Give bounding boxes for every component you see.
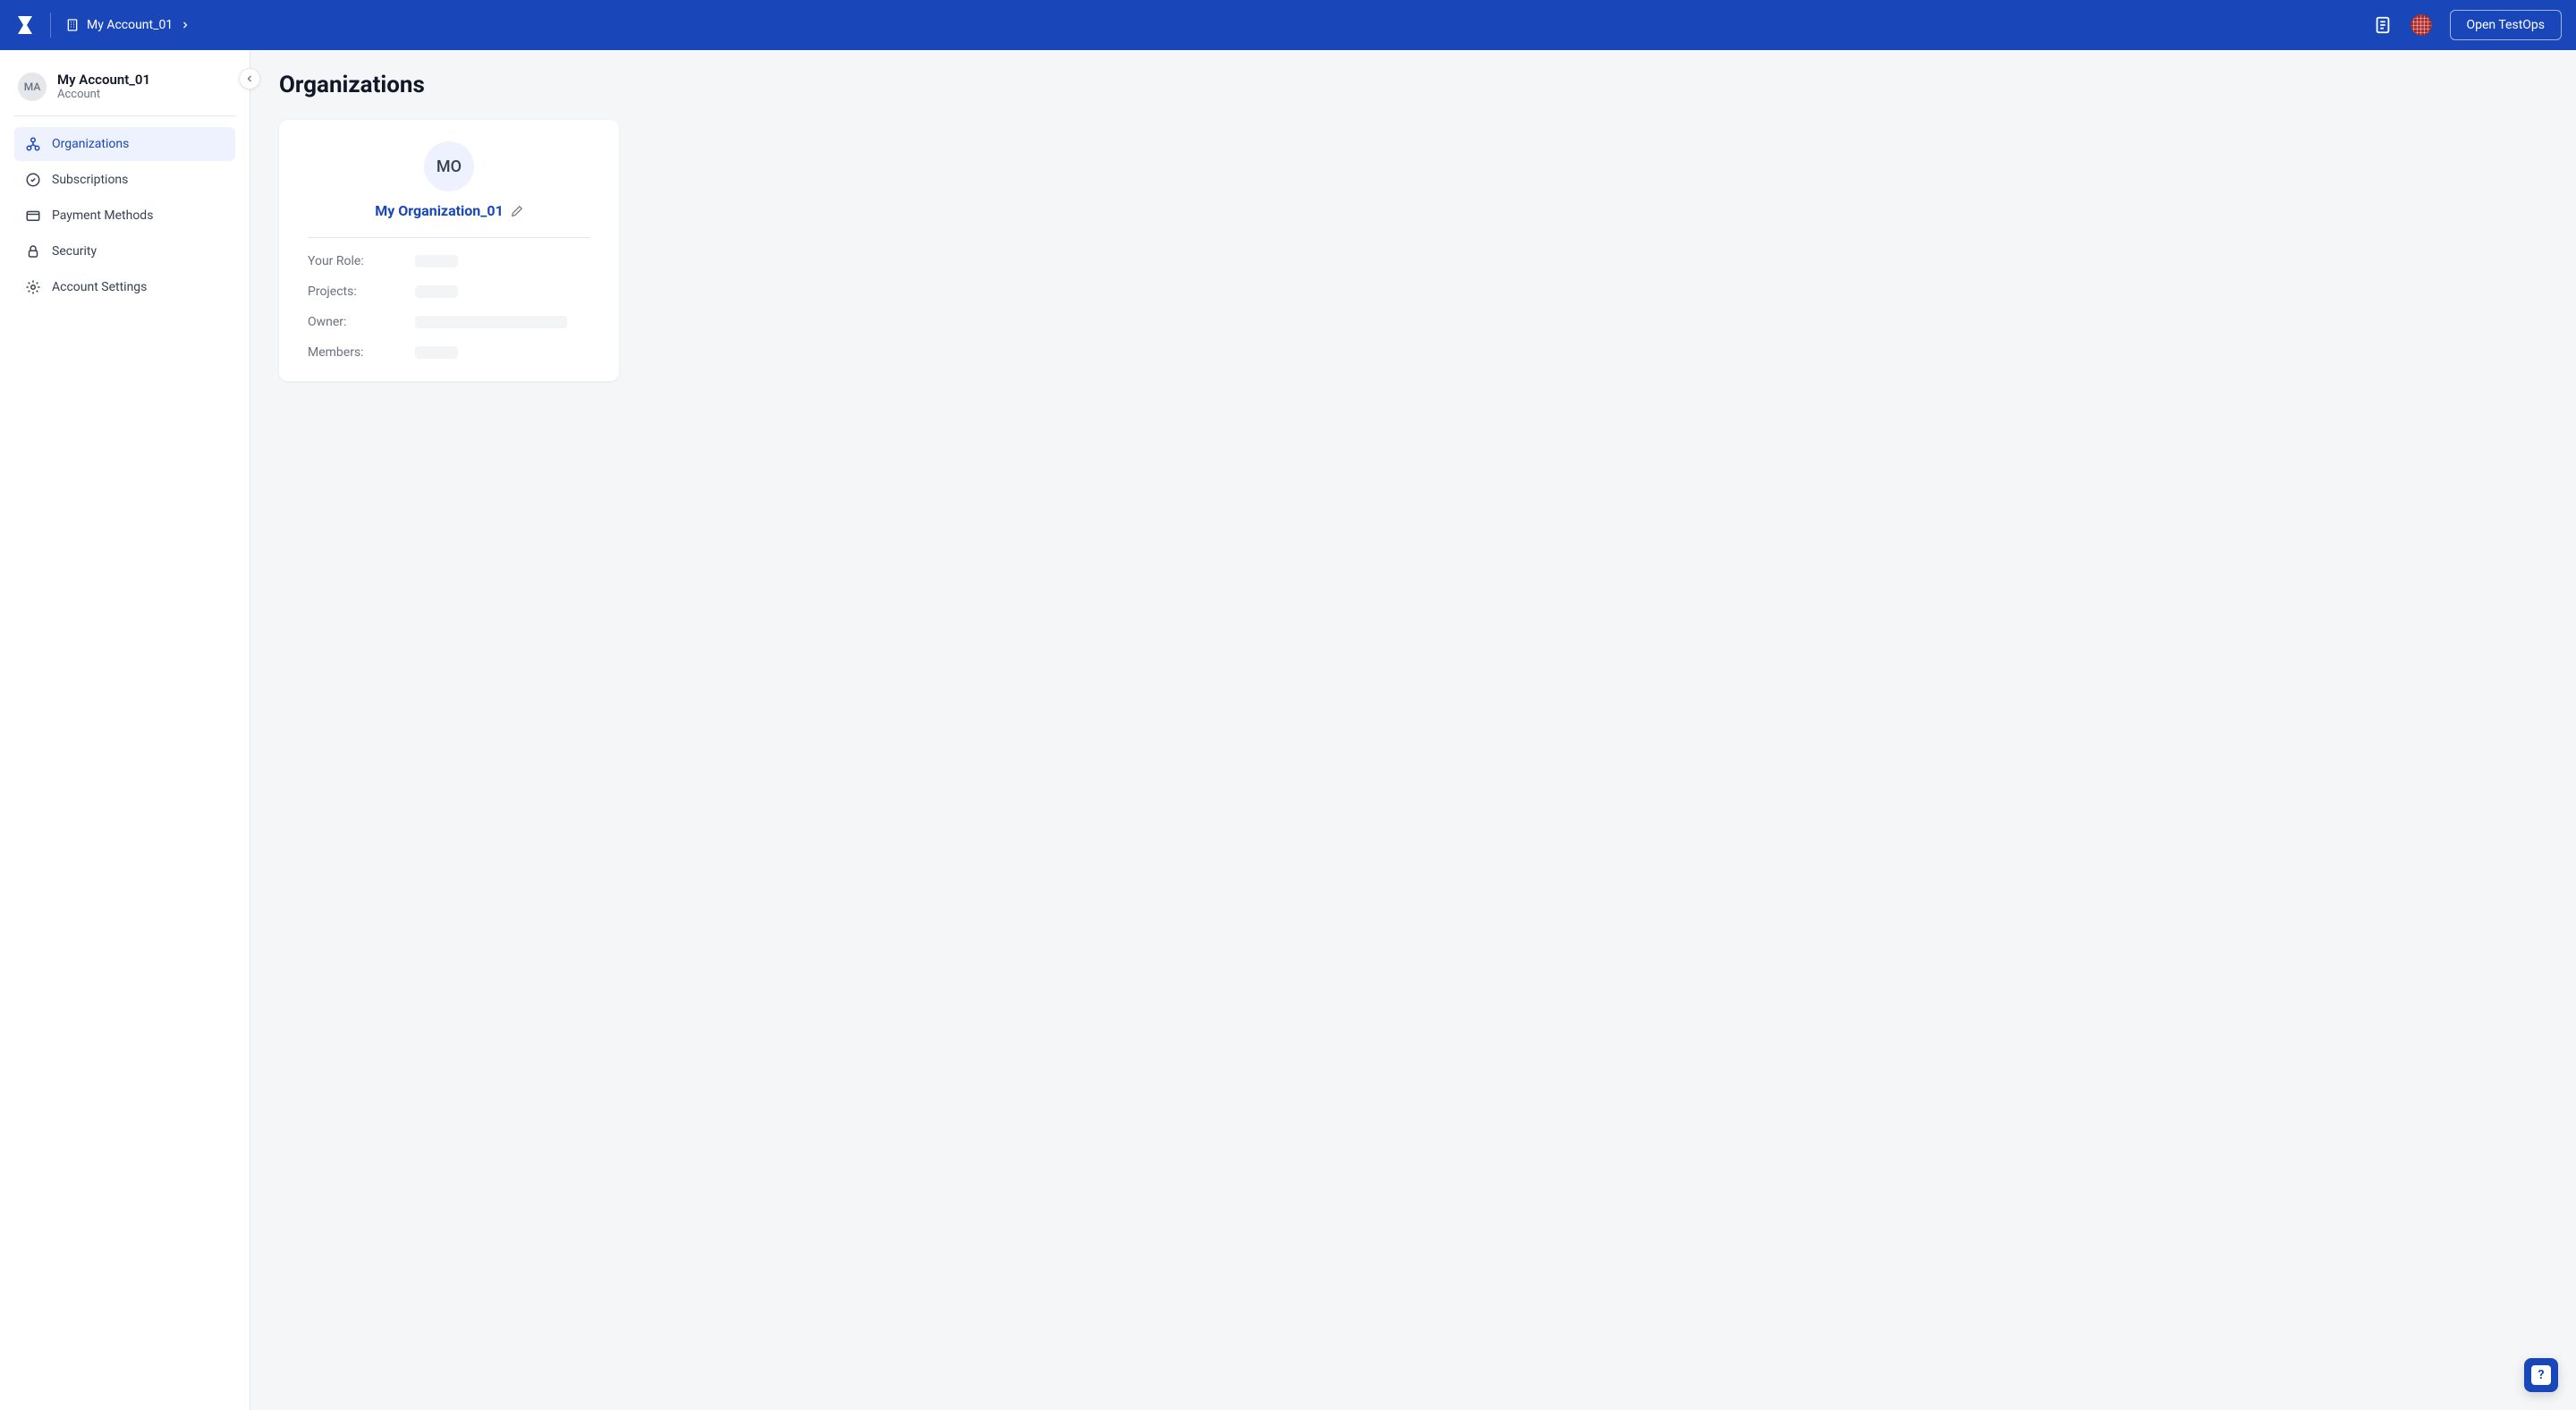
organizations-icon bbox=[25, 136, 41, 152]
account-name: My Account_01 bbox=[57, 72, 150, 88]
org-detail-projects: Projects: bbox=[308, 285, 590, 299]
edit-icon[interactable] bbox=[511, 205, 523, 217]
header-divider bbox=[50, 13, 51, 38]
network-globe-icon[interactable] bbox=[2411, 14, 2432, 36]
organization-card: MO My Organization_01 Your Role: Project… bbox=[279, 120, 619, 381]
open-testops-button[interactable]: Open TestOps bbox=[2450, 10, 2562, 40]
app-header: My Account_01 Open TestOps bbox=[0, 0, 2576, 50]
page-title: Organizations bbox=[279, 72, 2547, 98]
payment-icon bbox=[25, 208, 41, 224]
subscriptions-icon bbox=[25, 172, 41, 188]
sidebar-item-payment-methods[interactable]: Payment Methods bbox=[14, 199, 235, 233]
settings-icon bbox=[25, 279, 41, 295]
layout: MA My Account_01 Account Organizations bbox=[0, 50, 2576, 1410]
organization-name-row: My Organization_01 bbox=[308, 202, 590, 238]
org-role-value-skeleton bbox=[415, 255, 458, 268]
building-icon bbox=[65, 18, 80, 32]
chevron-right-icon bbox=[180, 20, 191, 30]
org-detail-owner: Owner: bbox=[308, 315, 590, 329]
org-detail-members: Members: bbox=[308, 345, 590, 360]
org-detail-role: Your Role: bbox=[308, 254, 590, 268]
org-members-value-skeleton bbox=[415, 346, 458, 359]
sidebar-item-subscriptions[interactable]: Subscriptions bbox=[14, 163, 235, 197]
help-icon: ? bbox=[2531, 1365, 2551, 1385]
sidebar-item-label: Account Settings bbox=[52, 280, 147, 294]
header-right: Open TestOps bbox=[2373, 10, 2562, 40]
header-left: My Account_01 bbox=[14, 13, 191, 38]
app-logo[interactable] bbox=[14, 13, 36, 38]
sidebar-item-account-settings[interactable]: Account Settings bbox=[14, 270, 235, 304]
org-projects-label: Projects: bbox=[308, 285, 415, 299]
organization-name-link[interactable]: My Organization_01 bbox=[375, 202, 504, 219]
org-members-label: Members: bbox=[308, 345, 415, 360]
security-icon bbox=[25, 243, 41, 259]
sidebar-item-label: Organizations bbox=[52, 137, 129, 151]
sidebar-item-organizations[interactable]: Organizations bbox=[14, 127, 235, 161]
org-owner-value-skeleton bbox=[415, 316, 567, 328]
notes-icon[interactable] bbox=[2373, 15, 2393, 35]
help-fab-button[interactable]: ? bbox=[2524, 1358, 2558, 1392]
nav-list: Organizations Subscriptions Payment Meth… bbox=[14, 127, 235, 304]
sidebar-item-security[interactable]: Security bbox=[14, 234, 235, 268]
sidebar-item-label: Subscriptions bbox=[52, 173, 128, 187]
org-owner-label: Owner: bbox=[308, 315, 415, 329]
chevron-left-icon bbox=[244, 73, 255, 84]
sidebar: MA My Account_01 Account Organizations bbox=[0, 50, 250, 1410]
account-header: MA My Account_01 Account bbox=[14, 64, 235, 116]
org-role-label: Your Role: bbox=[308, 254, 415, 268]
sidebar-item-label: Security bbox=[52, 244, 97, 259]
breadcrumb-label: My Account_01 bbox=[87, 18, 173, 32]
organization-avatar: MO bbox=[424, 141, 474, 191]
sidebar-item-label: Payment Methods bbox=[52, 208, 153, 223]
breadcrumb[interactable]: My Account_01 bbox=[65, 18, 191, 32]
account-avatar: MA bbox=[18, 72, 47, 101]
org-projects-value-skeleton bbox=[415, 285, 458, 298]
account-info: My Account_01 Account bbox=[57, 72, 150, 101]
account-type: Account bbox=[57, 88, 150, 101]
main-content: Organizations MO My Organization_01 Your… bbox=[250, 50, 2576, 1410]
collapse-sidebar-button[interactable] bbox=[239, 68, 260, 89]
